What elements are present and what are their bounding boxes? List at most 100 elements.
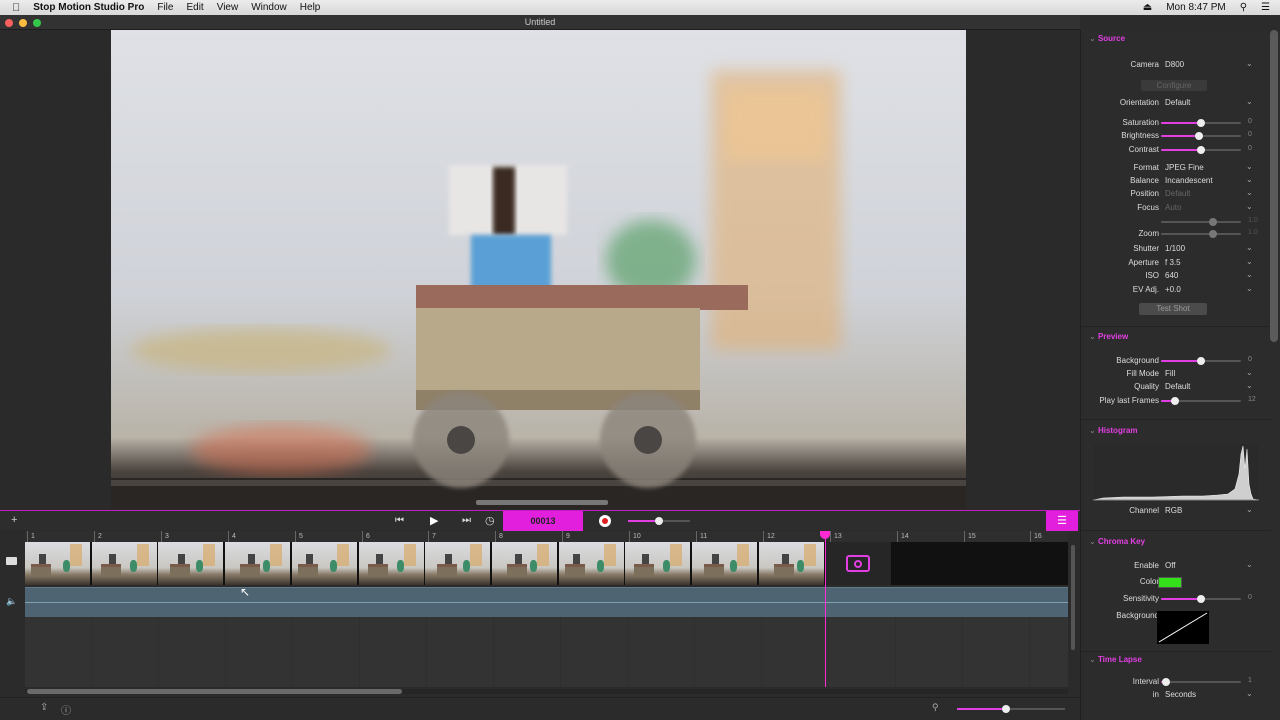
shutter-row[interactable]: Shutter 1/100 ⌄: [1081, 243, 1271, 255]
speed-slider-knob[interactable]: [655, 517, 663, 525]
minimize-window-button[interactable]: [19, 19, 27, 27]
chroma-color-row[interactable]: Color: [1081, 577, 1271, 588]
shutter-select[interactable]: 1/100: [1165, 244, 1185, 253]
section-preview[interactable]: Preview: [1089, 332, 1128, 341]
menu-help[interactable]: Help: [300, 2, 321, 13]
section-time-lapse[interactable]: Time Lapse: [1089, 655, 1142, 664]
timer-icon[interactable]: ◷: [485, 514, 495, 527]
camera-row[interactable]: Camera D800 ⌄: [1081, 59, 1271, 71]
play-icon[interactable]: ▶: [430, 514, 438, 527]
zoom-window-button[interactable]: [33, 19, 41, 27]
audio-track[interactable]: [25, 587, 1068, 617]
saturation-row[interactable]: Saturation 0: [1081, 118, 1271, 129]
skip-back-icon[interactable]: ⏮: [395, 515, 404, 526]
orientation-select[interactable]: Default: [1165, 98, 1190, 107]
add-icon[interactable]: +: [11, 514, 17, 526]
frame-thumbnail[interactable]: [158, 542, 225, 585]
video-track[interactable]: [25, 542, 1068, 585]
slider-knob[interactable]: [1197, 119, 1205, 127]
zoom-row[interactable]: Zoom 1.0: [1081, 229, 1271, 240]
focus-row[interactable]: Focus Auto ⌄: [1081, 202, 1271, 214]
enable-select[interactable]: Off: [1165, 561, 1176, 570]
fill-mode-row[interactable]: Fill Mode Fill ⌄: [1081, 368, 1271, 380]
channel-select[interactable]: RGB: [1165, 506, 1182, 515]
iso-row[interactable]: ISO 640 ⌄: [1081, 270, 1271, 282]
position-select[interactable]: Default: [1165, 189, 1190, 198]
sensitivity-row[interactable]: Sensitivity 0: [1081, 594, 1271, 605]
saturation-slider[interactable]: [1161, 119, 1241, 127]
timeline-horizontal-scrollbar[interactable]: [25, 689, 1068, 694]
aperture-select[interactable]: f 3.5: [1165, 258, 1181, 267]
quality-select[interactable]: Default: [1165, 382, 1190, 391]
menu-view[interactable]: View: [217, 2, 239, 13]
slider-knob[interactable]: [1195, 132, 1204, 140]
brightness-slider[interactable]: [1161, 132, 1241, 140]
preview-background-slider[interactable]: [1161, 357, 1241, 365]
format-row[interactable]: Format JPEG Fine ⌄: [1081, 162, 1271, 174]
brightness-row[interactable]: Brightness 0: [1081, 131, 1271, 142]
clock[interactable]: Mon 8:47 PM: [1166, 2, 1225, 13]
interval-row[interactable]: Interval 1: [1081, 677, 1271, 688]
sensitivity-slider[interactable]: [1161, 595, 1241, 603]
settings-toggle-icon[interactable]: ☰: [1046, 511, 1078, 531]
video-track-icon[interactable]: [6, 557, 17, 565]
frame-counter[interactable]: 00013: [503, 511, 583, 531]
configure-button[interactable]: Configure: [1141, 80, 1207, 91]
app-menu[interactable]: Stop Motion Studio Pro: [33, 2, 144, 13]
camera-select[interactable]: D800: [1165, 60, 1184, 69]
eject-icon[interactable]: ⏏: [1143, 2, 1152, 13]
contrast-slider[interactable]: [1161, 146, 1241, 154]
contrast-row[interactable]: Contrast 0: [1081, 145, 1271, 156]
frame-thumbnail[interactable]: [558, 542, 625, 585]
list-icon[interactable]: ☰: [1261, 2, 1270, 13]
interval-slider[interactable]: [1161, 678, 1241, 686]
timeline-zoom-slider[interactable]: [957, 705, 1065, 713]
chroma-color-swatch[interactable]: [1158, 577, 1182, 588]
zoom-slider-knob[interactable]: [1001, 705, 1010, 713]
menu-window[interactable]: Window: [251, 2, 287, 13]
fill-mode-select[interactable]: Fill: [1165, 369, 1175, 378]
playhead[interactable]: [825, 531, 826, 687]
zoom-icon[interactable]: ⚲: [932, 702, 939, 713]
ev-row[interactable]: EV Adj. +0.0 ⌄: [1081, 284, 1271, 296]
speed-slider[interactable]: [628, 517, 690, 525]
slider-knob[interactable]: [1197, 595, 1205, 603]
info-icon[interactable]: ⓘ: [61, 702, 71, 717]
skip-forward-icon[interactable]: ⏭: [462, 515, 471, 526]
channel-row[interactable]: Channel RGB ⌄: [1081, 505, 1271, 517]
play-last-slider[interactable]: [1161, 397, 1241, 405]
frame-thumbnail[interactable]: [491, 542, 558, 585]
play-last-row[interactable]: Play last Frames 12: [1081, 396, 1271, 407]
frame-thumbnail[interactable]: [25, 542, 91, 585]
slider-knob[interactable]: [1197, 146, 1205, 154]
audio-track-icon[interactable]: 🔈: [6, 596, 17, 607]
focus-select[interactable]: Auto: [1165, 203, 1181, 212]
timeline-scroll-thumb[interactable]: [27, 689, 403, 694]
section-source[interactable]: Source: [1089, 34, 1125, 43]
timeline-empty-area[interactable]: [25, 617, 1068, 687]
timeline-ruler[interactable]: 1 2 3 4 5 6 7 8 9 10 11 12 13 14 15 16: [25, 531, 1068, 542]
search-icon[interactable]: ⚲: [1240, 2, 1247, 13]
quality-row[interactable]: Quality Default ⌄: [1081, 381, 1271, 393]
frame-thumbnail[interactable]: [91, 542, 158, 585]
frame-thumbnail[interactable]: [358, 542, 425, 585]
frame-thumbnail[interactable]: [758, 542, 825, 585]
format-select[interactable]: JPEG Fine: [1165, 163, 1204, 172]
timeline-vertical-scrollbar[interactable]: [1071, 545, 1075, 650]
share-icon[interactable]: ⇪: [40, 702, 48, 713]
zoom-slider[interactable]: [1161, 230, 1241, 238]
position-row[interactable]: Position Default ⌄: [1081, 188, 1271, 200]
record-button[interactable]: [599, 515, 611, 527]
slider-knob[interactable]: [1209, 218, 1217, 226]
preview-background-row[interactable]: Background 0: [1081, 356, 1271, 367]
frame-thumbnail[interactable]: [692, 542, 758, 585]
slider-knob[interactable]: [1209, 230, 1217, 238]
inspector-scrollbar[interactable]: [1270, 30, 1278, 342]
aperture-row[interactable]: Aperture f 3.5 ⌄: [1081, 257, 1271, 269]
chroma-background-well[interactable]: [1157, 611, 1209, 644]
apple-icon[interactable]: : [12, 2, 20, 14]
slider-knob[interactable]: [1197, 357, 1205, 365]
slider-knob[interactable]: [1161, 678, 1170, 686]
interval-unit-row[interactable]: in Seconds ⌄: [1081, 689, 1271, 701]
frame-thumbnail[interactable]: [225, 542, 292, 585]
